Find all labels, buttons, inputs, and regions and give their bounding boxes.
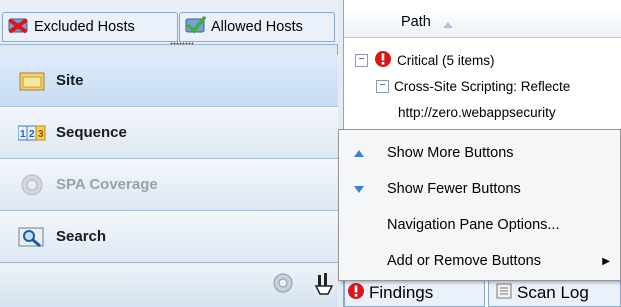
- nav-button-sequence[interactable]: 1 2 3 Sequence: [0, 107, 338, 159]
- findings-icon: [347, 282, 365, 305]
- svg-text:1: 1: [20, 129, 26, 140]
- tree-row-xss[interactable]: − Cross-Site Scripting: Reflecte: [376, 73, 570, 99]
- sequence-icon: 1 2 3: [18, 121, 46, 145]
- nav-button-search-label: Search: [56, 228, 107, 245]
- tab-findings-label: Findings: [369, 283, 434, 302]
- submenu-arrow-icon: ▶: [602, 255, 610, 267]
- collapse-icon[interactable]: −: [376, 79, 389, 93]
- menu-item-label: Add or Remove Buttons: [387, 253, 541, 269]
- overflow-spa-icon[interactable]: [272, 272, 294, 297]
- nav-button-search[interactable]: Search: [0, 211, 338, 263]
- tab-allowed-hosts-label: Allowed Hosts: [211, 19, 303, 35]
- tab-excluded-hosts-label: Excluded Hosts: [34, 19, 135, 35]
- nav-button-spa-coverage-label: SPA Coverage: [56, 176, 158, 193]
- tree-row-xss-label: Cross-Site Scripting: Reflecte: [394, 78, 571, 94]
- tree-row-critical[interactable]: − Critical (5 items): [355, 47, 495, 73]
- allowed-hosts-icon: [184, 15, 208, 39]
- configure-buttons-icon[interactable]: [314, 272, 336, 301]
- folder-icon: [18, 69, 46, 93]
- tab-findings[interactable]: Findings: [344, 279, 485, 307]
- scan-log-icon: [495, 282, 513, 305]
- svg-text:3: 3: [38, 129, 44, 140]
- path-column-header[interactable]: Path: [344, 8, 621, 38]
- svg-text:2: 2: [29, 129, 35, 140]
- menu-item-navigation-pane-options[interactable]: Navigation Pane Options...: [339, 207, 621, 243]
- tab-excluded-hosts[interactable]: Excluded Hosts: [2, 12, 178, 42]
- splitter-grip[interactable]: [170, 42, 194, 45]
- path-column-label: Path: [401, 14, 431, 30]
- menu-item-label: Show More Buttons: [387, 145, 514, 161]
- nav-button-sequence-label: Sequence: [56, 124, 127, 141]
- tree-row-url[interactable]: http://zero.webappsecurity: [398, 99, 556, 125]
- menu-item-show-more-buttons[interactable]: Show More Buttons: [339, 135, 621, 171]
- search-icon: [18, 225, 46, 249]
- sort-ascending-icon: [442, 17, 454, 32]
- arrow-down-icon: [339, 185, 379, 194]
- tab-scan-log-label: Scan Log: [517, 283, 589, 302]
- menu-item-add-or-remove-buttons[interactable]: Add or Remove Buttons ▶: [339, 243, 621, 279]
- collapse-icon[interactable]: −: [355, 53, 368, 67]
- menu-item-label: Show Fewer Buttons: [387, 181, 521, 197]
- context-menu: Show More Buttons Show Fewer Buttons Nav…: [338, 129, 621, 281]
- tab-scan-log[interactable]: Scan Log: [488, 279, 621, 307]
- menu-item-label: Navigation Pane Options...: [387, 217, 560, 233]
- menu-item-show-fewer-buttons[interactable]: Show Fewer Buttons: [339, 171, 621, 207]
- tree-row-critical-label: Critical (5 items): [397, 52, 495, 68]
- nav-button-site-label: Site: [56, 72, 84, 89]
- critical-icon: [374, 50, 392, 71]
- excluded-hosts-icon: [7, 15, 31, 39]
- nav-button-site[interactable]: Site: [0, 55, 338, 107]
- tree-row-url-label: http://zero.webappsecurity: [398, 104, 556, 120]
- nav-button-spa-coverage[interactable]: SPA Coverage: [0, 159, 338, 211]
- tab-allowed-hosts[interactable]: Allowed Hosts: [179, 12, 335, 42]
- spa-coverage-icon: [18, 173, 46, 197]
- arrow-up-icon: [339, 149, 379, 158]
